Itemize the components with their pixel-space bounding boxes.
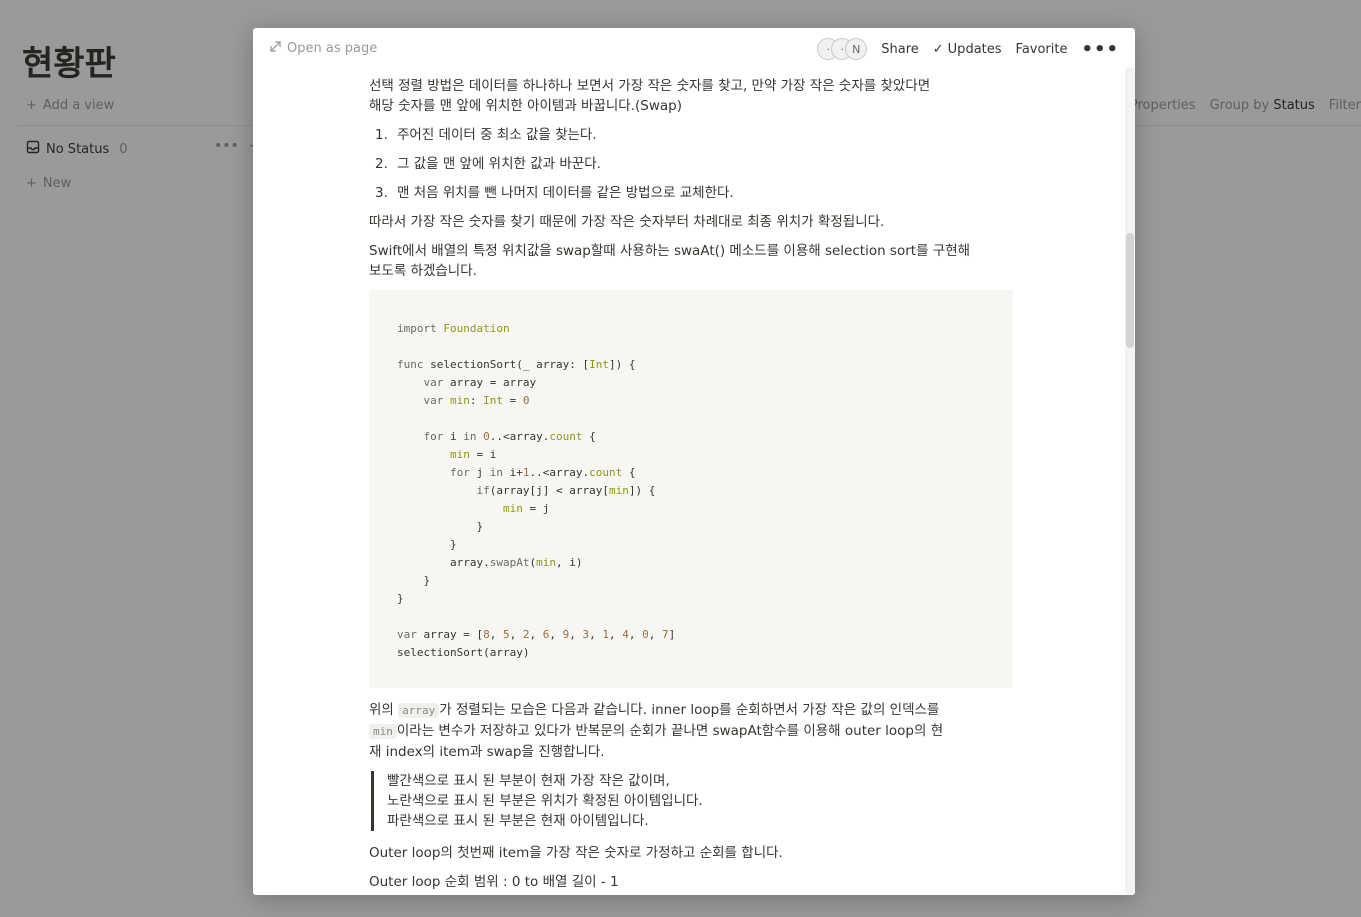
color-legend-quote: 빨간색으로 표시 된 부분이 현재 가장 작은 값이며, 노란색으로 표시 된 … <box>371 771 1013 831</box>
updates-label: Updates <box>947 41 1002 57</box>
modal-actions: · · N Share ✓ Updates Favorite ••• <box>817 38 1119 60</box>
swift-paragraph: Swift에서 배열의 특정 위치값을 swap할때 사용하는 swaAt() … <box>369 241 1013 281</box>
inline-code-array: array <box>398 703 440 718</box>
after-code-paragraph: 위의 array 가 정렬되는 모습은 다음과 같습니다. inner loop를… <box>369 700 1013 762</box>
scrollbar[interactable] <box>1125 68 1135 895</box>
avatar: N <box>845 38 868 60</box>
text-line: 보도록 하겠습니다. <box>369 263 477 279</box>
text-span: 위의 <box>369 702 399 718</box>
text-line: min 이라는 변수가 저장하고 있다가 반복문의 순회가 끝나면 swapAt함… <box>369 721 1013 742</box>
updates-button[interactable]: ✓ Updates <box>933 42 1002 57</box>
expand-icon <box>270 41 281 56</box>
text-span: 이라는 변수가 저장하고 있다가 반복문의 순회가 끝나면 swapAt함수를 … <box>396 723 944 739</box>
steps-list: 1. 주어진 데이터 중 최소 값을 찾는다. 2. 그 값을 맨 앞에 위치한 값… <box>375 125 1013 203</box>
check-icon: ✓ <box>932 41 944 57</box>
page-content: 선택 정렬 방법은 데이터를 하나하나 보면서 가장 작은 숫자를 찾고, 만약… <box>369 76 1013 895</box>
more-options-button[interactable]: ••• <box>1081 39 1119 60</box>
scrollbar-thumb[interactable] <box>1126 233 1134 348</box>
text-line: 재 index의 item과 swap을 진행합니다. <box>369 744 605 760</box>
open-as-page-label: Open as page <box>287 41 378 56</box>
share-button[interactable]: Share <box>881 42 919 57</box>
list-number: 1. <box>375 127 388 143</box>
quote-line: 노란색으로 표시 된 부분은 위치가 확정된 아이템입니다. <box>387 793 703 809</box>
code-block[interactable]: import Foundation func selectionSort(_ a… <box>369 290 1013 688</box>
text-line: 해당 숫자를 맨 앞에 위치한 아이템과 바꿉니다.(Swap) <box>369 98 683 114</box>
list-item: 3. 맨 처음 위치를 뺀 나머지 데이터를 같은 방법으로 교체한다. <box>375 183 1013 203</box>
inline-code-min: min <box>369 724 397 739</box>
page-peek-modal: Open as page · · N Share ✓ Updates Favori… <box>253 28 1135 895</box>
text-line: 위의 array 가 정렬되는 모습은 다음과 같습니다. inner loop를… <box>369 700 1013 721</box>
quote-line: 파란색으로 표시 된 부분은 현재 아이템입니다. <box>387 813 649 829</box>
list-text: 그 값을 맨 앞에 위치한 값과 바꾼다. <box>397 156 601 172</box>
text-span: 가 정렬되는 모습은 다음과 같습니다. inner loop를 순회하면서 가… <box>439 702 940 718</box>
text-line: 선택 정렬 방법은 데이터를 하나하나 보면서 가장 작은 숫자를 찾고, 만약… <box>369 78 931 94</box>
list-text: 맨 처음 위치를 뺀 나머지 데이터를 같은 방법으로 교체한다. <box>397 185 734 201</box>
modal-topbar: Open as page · · N Share ✓ Updates Favori… <box>253 28 1135 72</box>
text-line: Swift에서 배열의 특정 위치값을 swap할때 사용하는 swaAt() … <box>369 243 971 259</box>
outer-loop-paragraph: Outer loop의 첫번째 item을 가장 작은 숫자로 가정하고 순회를… <box>369 845 783 861</box>
fixed-position-paragraph: 따라서 가장 작은 숫자를 찾기 때문에 가장 작은 숫자부터 차례대로 최종 … <box>369 214 885 230</box>
quote-line: 빨간색으로 표시 된 부분이 현재 가장 작은 값이며, <box>387 773 670 789</box>
list-item: 2. 그 값을 맨 앞에 위치한 값과 바꾼다. <box>375 154 1013 174</box>
favorite-button[interactable]: Favorite <box>1016 42 1068 57</box>
intro-paragraph: 선택 정렬 방법은 데이터를 하나하나 보면서 가장 작은 숫자를 찾고, 만약… <box>369 76 1013 116</box>
list-number: 3. <box>375 185 388 201</box>
list-item: 1. 주어진 데이터 중 최소 값을 찾는다. <box>375 125 1013 145</box>
list-number: 2. <box>375 156 388 172</box>
list-text: 주어진 데이터 중 최소 값을 찾는다. <box>397 127 597 143</box>
outer-loop-range: Outer loop 순회 범위 : 0 to 배열 길이 - 1 <box>369 874 619 890</box>
open-as-page-button[interactable]: Open as page <box>270 41 377 56</box>
avatar-group[interactable]: · · N <box>817 38 868 60</box>
